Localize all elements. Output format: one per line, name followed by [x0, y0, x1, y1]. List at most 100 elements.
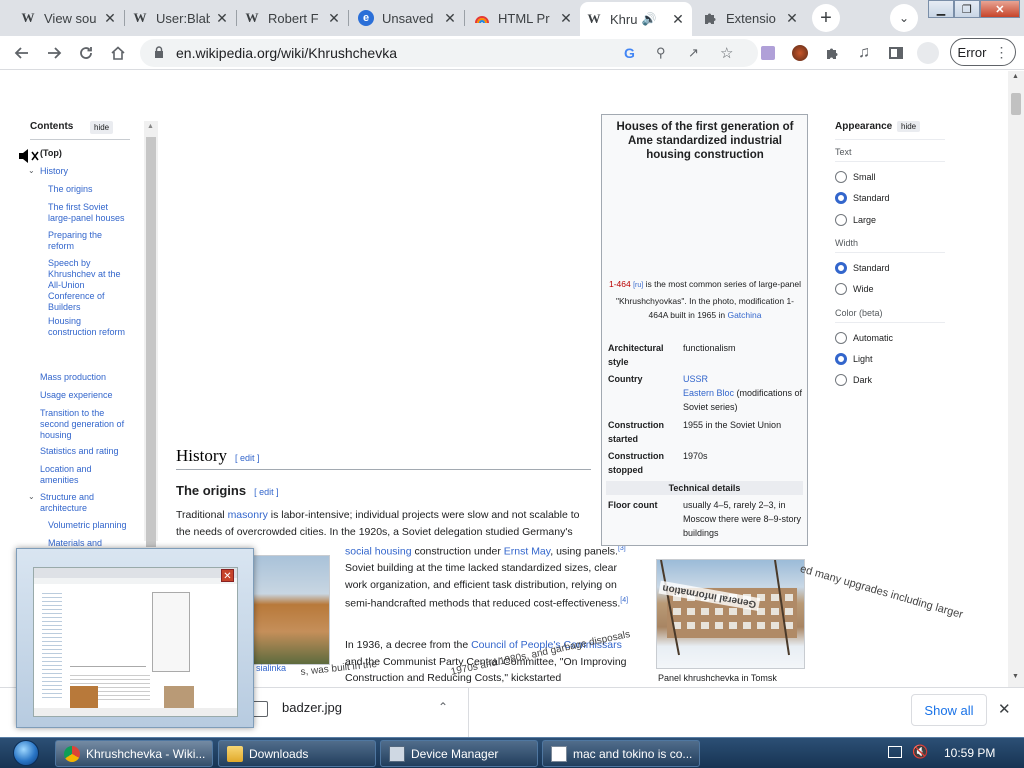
scroll-up-icon[interactable]: ▲	[147, 123, 154, 130]
side-panel-icon[interactable]	[884, 41, 908, 65]
radio-color-automatic[interactable]	[835, 332, 847, 344]
bookmark-star-icon[interactable]: ☆	[720, 44, 733, 62]
toc-item-top[interactable]: (Top)	[40, 148, 62, 159]
radio-text-standard[interactable]	[835, 192, 847, 204]
page-scrollbar[interactable]: ▲ ▼	[1008, 71, 1024, 687]
forward-button[interactable]	[42, 41, 66, 65]
tab-view-source[interactable]: W View sou ✕	[14, 4, 125, 32]
functionalism-link[interactable]: functionalism	[683, 341, 805, 355]
url-text[interactable]: en.wikipedia.org/wiki/Khrushchevka	[176, 45, 397, 61]
taskbar-item-chrome[interactable]: Khrushchevka - Wiki...	[55, 740, 213, 767]
close-icon[interactable]: ✕	[326, 10, 342, 27]
toc-item-usage[interactable]: Usage experience	[40, 390, 113, 401]
volume-muted-icon[interactable]: 🔇	[912, 744, 928, 760]
window-close-button[interactable]: ✕	[979, 0, 1020, 18]
reference-3[interactable]: [3]	[618, 545, 626, 552]
radio-label[interactable]: Small	[853, 172, 876, 182]
reference-4[interactable]: [4]	[620, 597, 628, 604]
taskbar-item-device-manager[interactable]: Device Manager	[380, 740, 538, 767]
download-filename[interactable]: badzer.jpg	[282, 700, 342, 715]
scroll-down-icon[interactable]: ▼	[1012, 673, 1019, 680]
radio-color-light[interactable]	[835, 353, 847, 365]
menu-kebab-icon[interactable]: ⋮	[994, 44, 1008, 61]
toc-item-statistics[interactable]: Statistics and rating	[40, 446, 119, 457]
photo-1-caption[interactable]: sialinka	[256, 663, 286, 673]
toc-item-transition[interactable]: Transition to the second generation of h…	[40, 408, 132, 441]
taskbar-item-downloads[interactable]: Downloads	[218, 740, 376, 767]
maximize-button[interactable]: ❐	[953, 0, 980, 18]
khrushchevka-photo-1[interactable]	[250, 555, 330, 665]
tab-user-blab[interactable]: W User:Blab ✕	[126, 4, 237, 32]
khrushchevka-photo-tomsk[interactable]	[656, 559, 805, 669]
construction-start-link[interactable]: 1955 in the Soviet Union	[683, 418, 805, 432]
toc-hide-button[interactable]: hide	[90, 121, 114, 134]
radio-text-small[interactable]	[835, 171, 847, 183]
share-icon[interactable]: ↗	[688, 45, 699, 61]
social-housing-link[interactable]: social housing	[345, 546, 412, 558]
home-button[interactable]	[106, 41, 130, 65]
zoom-icon[interactable]: ⚲	[656, 45, 666, 61]
toc-item-reform[interactable]: Housing construction reform	[48, 316, 132, 338]
series-link[interactable]: 1-464	[609, 279, 631, 289]
close-icon[interactable]: ✕	[442, 10, 458, 27]
page-scroll-thumb[interactable]	[1011, 93, 1021, 115]
tab-extensions[interactable]: Extensio ✕	[696, 4, 806, 32]
taskbar-item-document[interactable]: mac and tokino is co...	[542, 740, 700, 767]
tab-robert[interactable]: W Robert F ✕	[238, 4, 349, 32]
tab-khrushchevka[interactable]: W Khru 🔊 ✕	[580, 2, 692, 36]
gatchina-link[interactable]: Gatchina	[727, 310, 761, 320]
radio-width-wide[interactable]	[835, 283, 847, 295]
radio-color-dark[interactable]	[835, 374, 847, 386]
chevron-up-icon[interactable]: ⌃	[438, 700, 448, 714]
masonry-link[interactable]: masonry	[228, 509, 268, 521]
toc-item-history[interactable]: History	[40, 166, 68, 177]
audio-playing-icon[interactable]: 🔊	[641, 12, 656, 26]
radio-label[interactable]: Light	[853, 354, 873, 364]
address-bar[interactable]: en.wikipedia.org/wiki/Khrushchevka G ⚲ ↗…	[140, 39, 758, 67]
taskbar-thumbnail-preview[interactable]: ✕	[16, 548, 254, 728]
radio-label[interactable]: Dark	[853, 375, 872, 385]
radio-label[interactable]: Automatic	[853, 333, 893, 343]
close-icon[interactable]: ✕	[102, 10, 118, 27]
tab-html-preview[interactable]: HTML Pr ✕	[468, 4, 580, 32]
toc-item-preparing[interactable]: Preparing the reform	[48, 230, 118, 252]
toc-item-mass-production[interactable]: Mass production	[40, 372, 106, 383]
network-icon[interactable]	[888, 746, 902, 758]
ru-link[interactable]: [ru]	[633, 282, 643, 289]
reload-button[interactable]	[74, 41, 98, 65]
start-button[interactable]	[6, 738, 46, 768]
profile-extension-icon[interactable]	[788, 41, 812, 65]
toc-item-origins[interactable]: The origins	[48, 184, 93, 195]
lock-icon[interactable]	[154, 45, 164, 61]
radio-label[interactable]: Large	[853, 215, 876, 225]
back-button[interactable]	[10, 41, 34, 65]
extensions-puzzle-icon[interactable]	[820, 41, 844, 65]
profile-avatar-icon[interactable]	[916, 41, 940, 65]
clock[interactable]: 10:59 PM	[944, 746, 995, 760]
scroll-up-icon[interactable]: ▲	[1012, 73, 1019, 80]
thumbnail-close-icon[interactable]: ✕	[221, 569, 234, 582]
construction-stop-link[interactable]: 1970s	[683, 449, 805, 463]
toc-scroll-thumb[interactable]	[146, 137, 156, 547]
toc-item-structure[interactable]: Structure and architecture	[40, 492, 104, 514]
new-tab-button[interactable]: +	[812, 4, 840, 32]
close-icon[interactable]: ✕	[784, 10, 800, 27]
toc-item-volumetric[interactable]: Volumetric planning	[48, 520, 127, 531]
radio-label[interactable]: Standard	[853, 263, 890, 273]
tab-unsaved[interactable]: e Unsaved ✕	[352, 4, 465, 32]
close-download-bar-icon[interactable]: ✕	[998, 700, 1011, 718]
minimize-button[interactable]: ▁	[928, 0, 954, 18]
edit-link[interactable]: [ edit ]	[235, 453, 260, 463]
close-icon[interactable]: ✕	[670, 11, 686, 28]
toc-scrollbar[interactable]: ▲	[144, 121, 158, 547]
show-all-downloads-button[interactable]: Show all	[911, 694, 987, 726]
appearance-hide-button[interactable]: hide	[897, 121, 921, 132]
close-icon[interactable]: ✕	[558, 10, 574, 27]
google-icon[interactable]: G	[624, 45, 635, 61]
ernst-may-link[interactable]: Ernst May	[504, 546, 550, 558]
chevron-down-icon[interactable]: ⌄	[28, 165, 35, 176]
toc-item-location[interactable]: Location and amenities	[40, 464, 100, 486]
media-control-icon[interactable]: ♫	[852, 41, 876, 65]
radio-text-large[interactable]	[835, 214, 847, 226]
radio-label[interactable]: Wide	[853, 284, 874, 294]
